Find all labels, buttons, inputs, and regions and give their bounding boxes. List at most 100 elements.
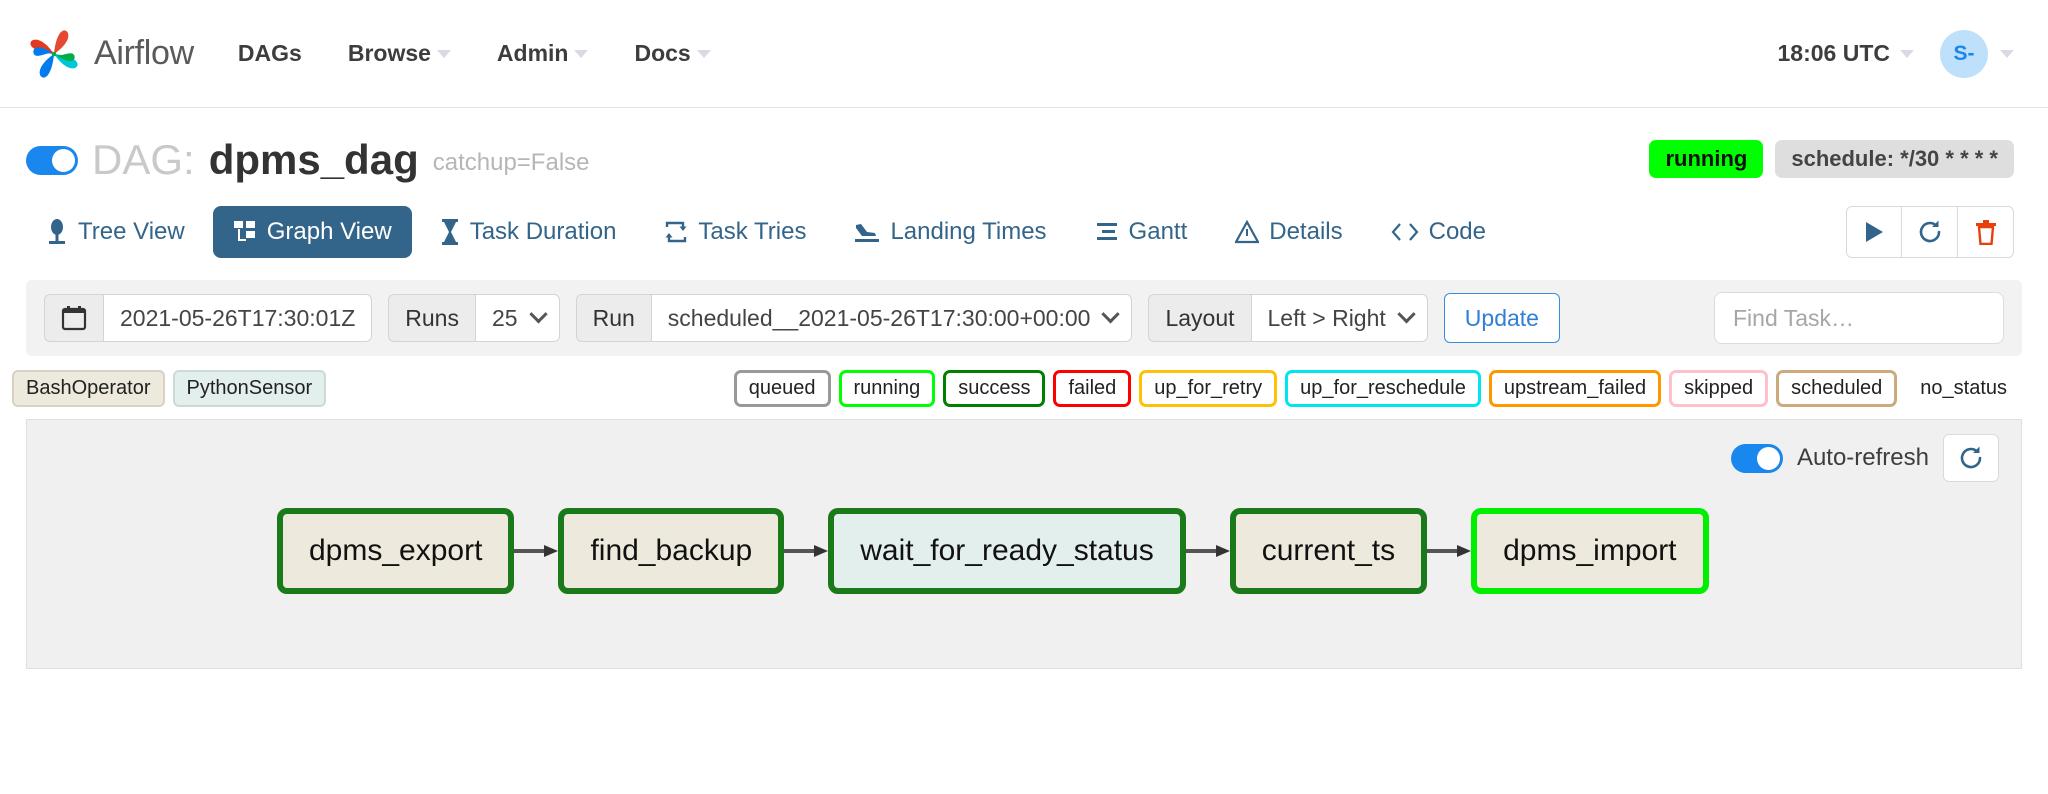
navbar-right: 18:06 UTC S- — [1778, 30, 2014, 78]
status-legend-pill-skipped[interactable]: skipped — [1669, 370, 1768, 407]
num-runs-value: 25 — [492, 305, 518, 332]
airflow-pinwheel-logo — [26, 26, 82, 82]
legend-row: BashOperator PythonSensor queuedrunnings… — [0, 356, 2048, 419]
base-date-group: 2021-05-26T17:30:01Z — [44, 294, 372, 342]
clock-label: 18:06 UTC — [1778, 40, 1890, 67]
task-node-current-ts[interactable]: current_ts — [1230, 508, 1427, 594]
avatar: S- — [1940, 30, 1988, 78]
trigger-dag-button[interactable] — [1846, 206, 1902, 258]
operator-legend: BashOperator PythonSensor — [6, 370, 326, 407]
play-icon — [1863, 220, 1885, 244]
base-date-input[interactable]: 2021-05-26T17:30:01Z — [103, 294, 372, 342]
status-legend-pill-up-for-retry[interactable]: up_for_retry — [1139, 370, 1277, 407]
page-title: dpms_dag — [209, 136, 419, 184]
tab-task-duration[interactable]: Task Duration — [420, 206, 637, 258]
chevron-down-icon — [2000, 50, 2014, 58]
nav-item-admin[interactable]: Admin — [497, 40, 589, 67]
graph-view-icon — [233, 220, 257, 244]
status-legend-pill-up-for-reschedule[interactable]: up_for_reschedule — [1285, 370, 1481, 407]
task-node-find-backup[interactable]: find_backup — [558, 508, 784, 594]
trash-icon — [1975, 219, 1997, 245]
status-legend-pill-failed[interactable]: failed — [1053, 370, 1131, 407]
tab-graph-view-label: Graph View — [267, 218, 392, 246]
tab-task-duration-label: Task Duration — [470, 218, 617, 246]
nav-item-admin-label: Admin — [497, 40, 569, 67]
tab-task-tries-label: Task Tries — [698, 218, 806, 246]
layout-label: Layout — [1148, 294, 1250, 342]
status-legend-pill-running[interactable]: running — [839, 370, 936, 407]
status-legend: queuedrunningsuccessfailedup_for_retryup… — [734, 370, 2022, 407]
hourglass-icon — [440, 219, 460, 245]
brand-home-link[interactable]: Airflow — [26, 26, 194, 82]
gantt-bars-icon — [1095, 220, 1119, 244]
nav-item-browse-label: Browse — [348, 40, 431, 67]
edge-arrow-icon — [784, 545, 828, 557]
run-group: Run scheduled__2021-05-26T17:30:00+00:00 — [576, 294, 1133, 342]
dag-pause-toggle[interactable] — [26, 146, 78, 175]
calendar-button[interactable] — [44, 294, 103, 342]
task-node-dpms-import[interactable]: dpms_import — [1471, 508, 1708, 594]
chevron-down-icon — [1397, 305, 1415, 323]
user-menu[interactable]: S- — [1940, 30, 2014, 78]
dag-title-row: DAG: dpms_dag catchup=False — [26, 136, 590, 184]
nav-item-docs[interactable]: Docs — [634, 40, 710, 67]
task-node-dpms-export[interactable]: dpms_export — [277, 508, 514, 594]
layout-value: Left > Right — [1268, 305, 1386, 332]
layout-group: Layout Left > Right — [1148, 294, 1427, 342]
delete-dag-button[interactable] — [1958, 206, 2014, 258]
dag-run-value: scheduled__2021-05-26T17:30:00+00:00 — [668, 305, 1091, 332]
status-legend-pill-queued[interactable]: queued — [734, 370, 831, 407]
operator-pill-pythonsensor[interactable]: PythonSensor — [173, 370, 327, 407]
edge-arrow-icon — [1186, 545, 1230, 557]
task-node-wait-for-ready-status[interactable]: wait_for_ready_status — [828, 508, 1186, 594]
num-runs-select[interactable]: 25 — [475, 294, 560, 342]
chevron-down-icon — [1900, 50, 1914, 58]
run-label: Run — [576, 294, 651, 342]
status-legend-pill-success[interactable]: success — [943, 370, 1045, 407]
tab-graph-view[interactable]: Graph View — [213, 206, 412, 258]
view-tabs: Tree View Graph View Task Duration — [26, 206, 1506, 258]
status-legend-pill-upstream-failed[interactable]: upstream_failed — [1489, 370, 1661, 407]
dag-catchup-label: catchup=False — [433, 149, 590, 184]
status-legend-pill-no-status[interactable]: no_status — [1905, 370, 2022, 407]
dag-action-buttons — [1846, 206, 2014, 258]
find-task-input[interactable]: Find Task… — [1714, 292, 2004, 344]
nav-item-dags[interactable]: DAGs — [238, 40, 302, 67]
graph-filter-bar: 2021-05-26T17:30:01Z Runs 25 Run schedul… — [26, 280, 2022, 356]
dag-prefix-label: DAG: — [92, 136, 195, 184]
schedule-badge[interactable]: schedule: */30 * * * * — [1775, 140, 2014, 178]
chevron-down-icon — [1102, 305, 1120, 323]
status-badge: running — [1649, 140, 1763, 178]
code-brackets-icon — [1391, 221, 1419, 243]
status-legend-pill-scheduled[interactable]: scheduled — [1776, 370, 1897, 407]
auto-refresh-toggle[interactable] — [1731, 444, 1783, 473]
tab-task-tries[interactable]: Task Tries — [644, 206, 826, 258]
chevron-down-icon — [437, 50, 451, 58]
top-navbar: Airflow DAGs Browse Admin Docs 18:06 UTC… — [0, 0, 2048, 108]
view-tabs-row: Tree View Graph View Task Duration — [0, 184, 2048, 258]
tree-view-icon — [46, 219, 68, 245]
chevron-down-icon — [697, 50, 711, 58]
calendar-icon — [61, 305, 87, 331]
refresh-button[interactable] — [1902, 206, 1958, 258]
runs-label: Runs — [388, 294, 475, 342]
edge-arrow-icon — [1427, 545, 1471, 557]
tab-code[interactable]: Code — [1371, 206, 1506, 258]
graph-refresh-button[interactable] — [1943, 434, 1999, 482]
tab-gantt[interactable]: Gantt — [1075, 206, 1208, 258]
update-button[interactable]: Update — [1444, 293, 1560, 343]
dag-header: DAG: dpms_dag catchup=False running sche… — [0, 108, 2048, 184]
dag-run-select[interactable]: scheduled__2021-05-26T17:30:00+00:00 — [651, 294, 1133, 342]
tab-landing-times[interactable]: Landing Times — [834, 206, 1066, 258]
tab-details[interactable]: Details — [1215, 206, 1362, 258]
graph-canvas[interactable]: Auto-refresh dpms_exportfind_backupwait_… — [26, 419, 2022, 669]
nav-links: DAGs Browse Admin Docs — [238, 40, 711, 67]
nav-item-dags-label: DAGs — [238, 40, 302, 67]
timezone-clock[interactable]: 18:06 UTC — [1778, 40, 1914, 67]
nav-item-browse[interactable]: Browse — [348, 40, 451, 67]
refresh-icon — [1917, 219, 1943, 245]
operator-pill-bashoperator[interactable]: BashOperator — [12, 370, 165, 407]
layout-select[interactable]: Left > Right — [1251, 294, 1428, 342]
refresh-icon — [1958, 445, 1984, 471]
tab-tree-view[interactable]: Tree View — [26, 206, 205, 258]
